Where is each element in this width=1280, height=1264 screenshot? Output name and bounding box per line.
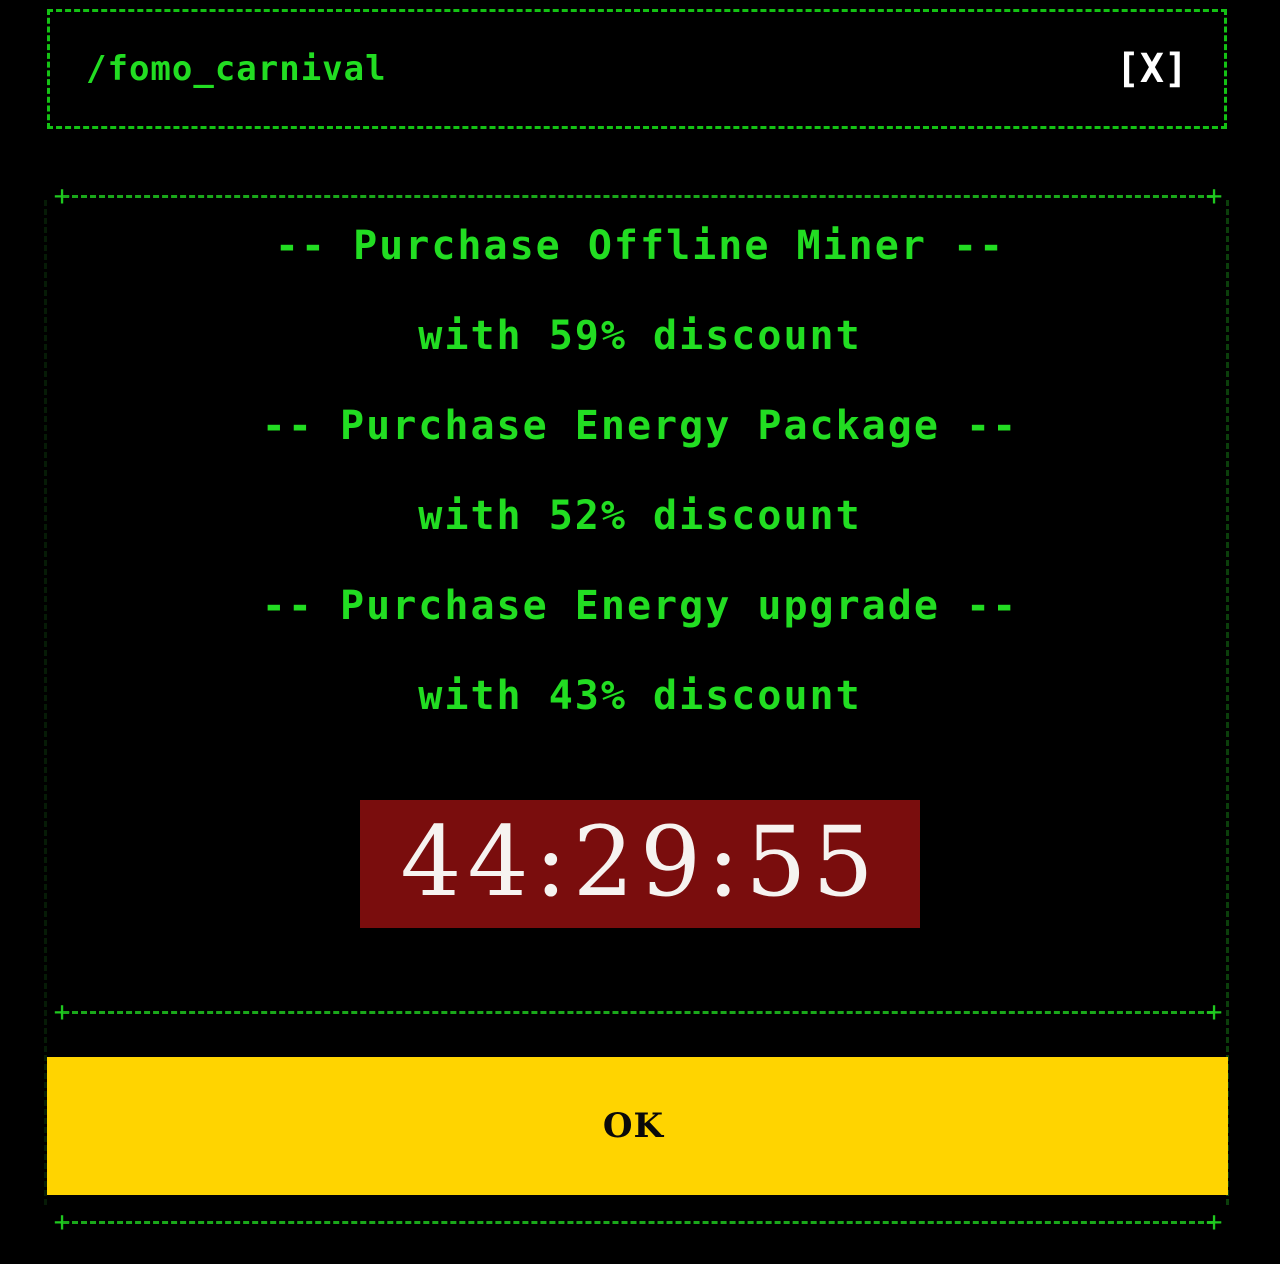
dialog-title-bar: /fomo_carnival [X]	[47, 9, 1227, 129]
offer-subtitle-0: with 59% discount	[418, 313, 862, 359]
separator-line	[63, 1221, 1213, 1224]
close-icon[interactable]: [X]	[1116, 46, 1188, 92]
page-title: /fomo_carnival	[86, 49, 387, 89]
ok-button-label: OK	[602, 1106, 665, 1146]
separator-corner-right: +	[1205, 995, 1223, 1028]
fomo-carnival-dialog: /fomo_carnival [X] + + -- Purchase Offli…	[0, 0, 1280, 1264]
separator-line	[63, 1011, 1213, 1014]
offer-title-1: -- Purchase Energy Package --	[261, 403, 1019, 449]
countdown-value: 44:29:55	[400, 806, 880, 918]
countdown-box: 44:29:55	[360, 800, 920, 928]
offer-title-2: -- Purchase Energy upgrade --	[261, 583, 1019, 629]
offer-subtitle-2: with 43% discount	[418, 673, 862, 719]
offer-title-0: -- Purchase Offline Miner --	[274, 223, 1006, 269]
offer-subtitle-1: with 52% discount	[418, 493, 862, 539]
separator-middle: + +	[54, 998, 1223, 1026]
separator-corner-right: +	[1205, 1205, 1223, 1238]
ok-button[interactable]: OK	[47, 1057, 1228, 1195]
separator-bottom: + +	[54, 1208, 1223, 1236]
countdown-timer: 44:29:55	[0, 800, 1280, 928]
separator-line	[63, 195, 1213, 198]
